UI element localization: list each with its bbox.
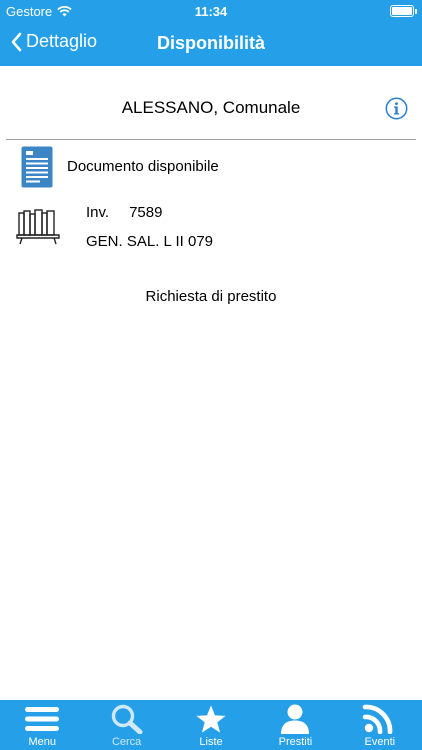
divider [6, 139, 416, 140]
page-title: Disponibilità [157, 33, 265, 53]
navigation-bar: Dettaglio Disponibilità [0, 22, 422, 66]
tab-label: Liste [199, 736, 223, 748]
search-icon [111, 704, 143, 734]
tab-loans[interactable]: Prestiti [253, 700, 337, 750]
tab-bar: Menu Cerca Liste Prestiti Eventi [0, 700, 422, 750]
tab-events[interactable]: Eventi [338, 700, 422, 750]
library-name: ALESSANO, Comunale [121, 98, 301, 117]
tab-label: Prestiti [278, 736, 313, 748]
availability-status: Documento disponibile [67, 158, 219, 175]
availability-row: Documento disponibile [0, 146, 422, 190]
user-icon [281, 704, 310, 734]
star-icon [196, 705, 226, 733]
bookshelf-icon [16, 209, 60, 245]
tab-search[interactable]: Cerca [84, 700, 168, 750]
inventory-number: 7589 [129, 204, 163, 221]
collocation: GEN. SAL. L II 079 [86, 233, 214, 250]
inventory-label: Inv. [86, 204, 110, 221]
battery-icon [390, 5, 417, 17]
top-bar: Gestore 11:34 Dettaglio Disponibilità [0, 0, 422, 66]
tab-label: Menu [28, 736, 56, 748]
status-bar: Gestore 11:34 [0, 0, 422, 22]
tab-lists[interactable]: Liste [169, 700, 253, 750]
rss-icon [362, 704, 393, 734]
library-header: ALESSANO, Comunale [0, 96, 422, 122]
info-icon[interactable] [385, 97, 408, 120]
menu-icon [25, 707, 60, 731]
tab-label: Cerca [111, 736, 142, 748]
clock: 11:34 [194, 4, 228, 19]
tab-menu[interactable]: Menu [0, 700, 84, 750]
document-icon [21, 146, 53, 188]
loan-request-button[interactable]: Richiesta di prestito [0, 288, 422, 305]
tab-label: Eventi [364, 736, 396, 748]
inventory-line: Inv. 7589 [86, 204, 162, 221]
